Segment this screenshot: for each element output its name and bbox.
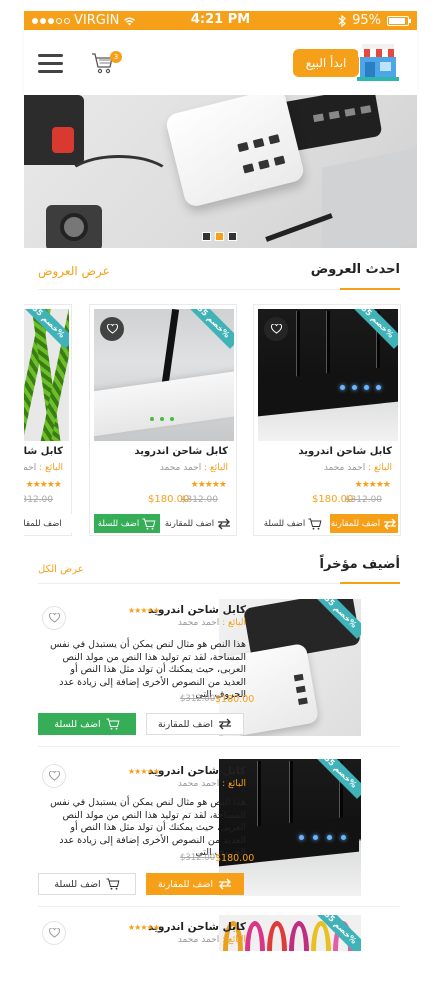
rating-stars: ★★★★★ [128,923,160,932]
status-bar: VIRGIN 4:21 PM 95% [24,11,417,30]
item-description: هذا النص هو مثال لنص يمكن أن يستبدل في ن… [50,639,246,700]
add-to-cart-button[interactable]: اضف للسلة [260,514,326,533]
rating-stars: ★★★★★ [128,606,160,615]
banner-console-image [24,95,84,165]
rating-stars: ★★★★★ [25,480,62,490]
heart-icon[interactable] [42,606,66,630]
cart-icon [142,518,156,530]
rating-stars: ★★★★★ [128,767,160,776]
compare-icon [384,518,397,529]
old-price: $312.00 [180,853,216,863]
compare-icon [219,718,232,730]
battery-icon [387,15,411,26]
compare-icon [219,878,232,890]
add-to-compare-button[interactable]: اضف للمقارنة [146,713,244,735]
heart-icon[interactable] [42,921,66,945]
banner-white-charger-image [164,95,306,209]
new-price: $180.00 [215,694,255,705]
banner-dot[interactable] [202,232,211,241]
add-to-compare-button[interactable]: اضف للمقارنة [146,873,244,895]
recently-added-title: أضيف مؤخراً [319,557,400,572]
rating-stars: ★★★★★ [190,480,227,490]
store-icon[interactable] [356,43,400,81]
item-name[interactable]: كابل شاحن اندرويد [148,921,246,933]
add-to-cart-button[interactable]: اضف للسلة [38,713,136,735]
item-description: هذا النص هو مثال لنص يمكن أن يستبدل في ن… [50,797,246,858]
product-seller: البائع : احمد م [24,463,63,473]
product-seller: البائع : احمد محمد [323,463,392,473]
add-to-compare-button[interactable]: اضف للمقارنة [24,514,72,533]
start-selling-button[interactable]: ابدأ البيع [293,49,359,77]
banner-camera-image [46,205,102,248]
cart-count-badge: 3 [110,51,122,63]
menu-icon[interactable] [38,54,63,73]
product-card[interactable]: خصم 35% كابل شاحن البائع : احمد م ★★★★★ … [24,304,72,536]
product-image[interactable]: خصم 35% [24,309,69,441]
cart-icon [106,718,120,730]
add-to-compare-button[interactable]: اضف للمقارنة [162,514,234,533]
product-image[interactable]: خصم 35% [94,309,234,441]
product-card[interactable]: خصم 35% كابل شاحن اندرويد البائع : احمد … [89,304,237,536]
compare-icon [218,518,231,529]
new-price: $180.00 [215,853,255,864]
product-card-clip: خصم 35% كابل شاحن البائع : احمد م ★★★★★ … [24,304,72,536]
heart-icon[interactable] [264,317,288,341]
add-to-cart-button[interactable]: اضف للسلة [94,514,160,533]
new-price: $180.00 [148,494,190,505]
discount-ribbon: خصم 35% [313,759,361,799]
view-offers-link[interactable]: عرض العروض [38,264,110,278]
product-name[interactable]: كابل شاحن اندرويد [299,446,392,457]
heart-icon[interactable] [100,317,124,341]
product-image[interactable]: خصم 35% [258,309,398,441]
item-seller: البائع : احمد محمد [177,618,246,628]
section-underline [340,582,400,584]
cart-icon [106,878,120,890]
product-card[interactable]: خصم 35% كابل شاحن اندرويد البائع : احمد … [253,304,401,536]
new-price: $180.00 [312,494,354,505]
item-seller: البائع : احمد محمد [177,779,246,789]
product-name[interactable]: كابل شاحن [24,446,63,457]
latest-offers-title: احدث العروض [310,262,400,277]
banner-dot[interactable] [228,232,237,241]
item-name[interactable]: كابل شاحن اندرويد [148,604,246,616]
item-name[interactable]: كابل شاحن اندرويد [148,765,246,777]
heart-icon[interactable] [42,764,66,788]
discount-ribbon: خصم 35% [186,309,234,349]
item-seller: البائع : احمد محمد [177,935,246,945]
app-header: 3 ابدأ البيع [24,30,417,95]
add-to-cart-button[interactable]: اضف للسلة [38,873,136,895]
product-seller: البائع : احمد محمد [159,463,228,473]
rating-stars: ★★★★★ [354,480,391,490]
old-price: $312.00 [24,495,53,505]
product-name[interactable]: كابل شاحن اندرويد [135,446,228,457]
promo-banner[interactable] [24,95,417,248]
add-to-compare-button[interactable]: اضف للمقارنة [330,514,398,533]
old-price: $312.00 [180,694,216,704]
banner-pagination[interactable] [202,232,237,241]
section-underline [340,288,400,290]
view-all-link[interactable]: عرض الكل [38,564,84,575]
banner-dot-active[interactable] [215,232,224,241]
banner-laptop-image [322,142,417,248]
status-time: 4:21 PM [190,12,251,27]
discount-ribbon: خصم 35% [350,309,398,349]
cart-icon [308,518,322,530]
